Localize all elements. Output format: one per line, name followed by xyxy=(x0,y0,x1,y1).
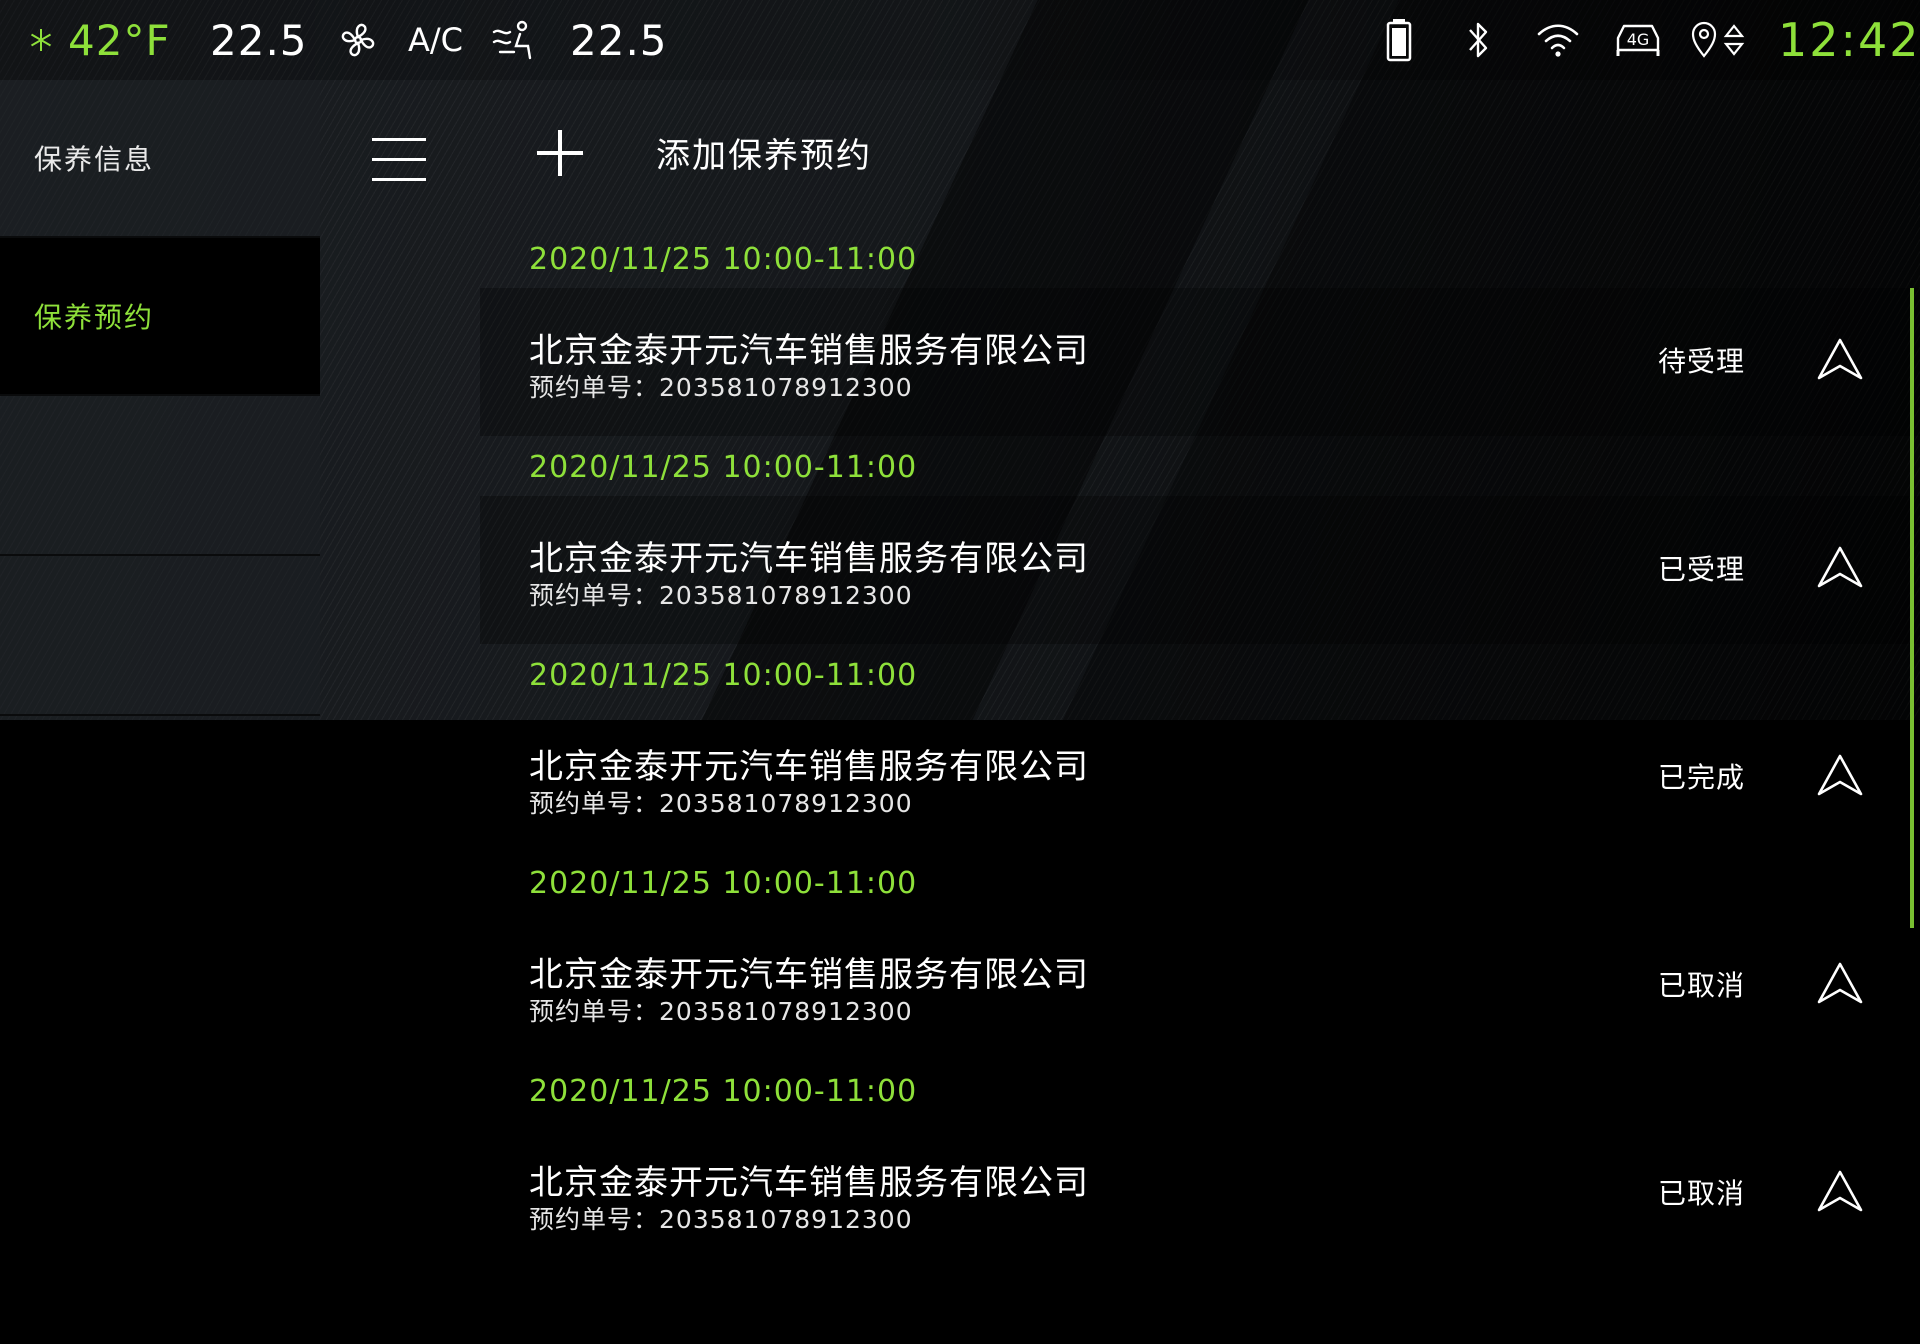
appointment-list: 2020/11/25 10:00-11:00 北京金泰开元汽车销售服务有限公司 … xyxy=(480,230,1920,1270)
navigation-arrow-icon[interactable] xyxy=(1815,336,1865,382)
status-label: 已取消 xyxy=(1658,1177,1746,1210)
company-name: 北京金泰开元汽车销售服务有限公司 xyxy=(529,1163,1089,1203)
snowflake-icon xyxy=(28,0,54,80)
navigation-arrow-icon[interactable] xyxy=(1815,960,1865,1006)
appointment-date: 2020/11/25 10:00-11:00 xyxy=(529,242,918,277)
status-bar: 42°F 22.5 A/C 22.5 4G 12:42 xyxy=(0,0,1920,80)
appointment-date: 2020/11/25 10:00-11:00 xyxy=(529,658,918,693)
sidebar-item-label: 保养信息 xyxy=(34,143,155,176)
order-number: 预约单号：203581078912300 xyxy=(529,789,913,818)
order-number: 预约单号：203581078912300 xyxy=(529,1205,913,1234)
sidebar-item-label: 保养预约 xyxy=(34,301,155,334)
fan-icon[interactable] xyxy=(336,0,380,80)
sidebar: 保养信息 保养预约 xyxy=(0,80,320,720)
sidebar-item-empty xyxy=(0,558,320,716)
seat-airflow-icon[interactable] xyxy=(490,0,540,80)
order-number: 预约单号：203581078912300 xyxy=(529,581,913,610)
status-label: 已完成 xyxy=(1658,761,1746,794)
sidebar-item-empty xyxy=(0,398,320,556)
menu-icon[interactable] xyxy=(372,138,426,182)
sidebar-item-maintenance-appointment[interactable]: 保养预约 xyxy=(0,238,320,396)
right-temperature[interactable]: 22.5 xyxy=(570,0,668,80)
bluetooth-icon xyxy=(1466,0,1492,80)
wifi-icon xyxy=(1536,0,1580,80)
order-number: 预约单号：203581078912300 xyxy=(529,373,913,402)
list-item[interactable]: 2020/11/25 10:00-11:00 北京金泰开元汽车销售服务有限公司 … xyxy=(480,646,1920,854)
list-item[interactable]: 2020/11/25 10:00-11:00 北京金泰开元汽车销售服务有限公司 … xyxy=(480,230,1920,438)
4g-car-icon: 4G xyxy=(1612,0,1664,80)
ac-button[interactable]: A/C xyxy=(408,0,463,80)
plus-icon[interactable] xyxy=(537,130,583,176)
appointment-date: 2020/11/25 10:00-11:00 xyxy=(529,450,918,485)
sidebar-item-maintenance-info[interactable]: 保养信息 xyxy=(0,80,320,238)
appointment-date: 2020/11/25 10:00-11:00 xyxy=(529,866,918,901)
list-item[interactable]: 2020/11/25 10:00-11:00 北京金泰开元汽车销售服务有限公司 … xyxy=(480,1062,1920,1270)
company-name: 北京金泰开元汽车销售服务有限公司 xyxy=(529,539,1089,579)
navigation-arrow-icon[interactable] xyxy=(1815,752,1865,798)
appointment-date: 2020/11/25 10:00-11:00 xyxy=(529,1074,918,1109)
battery-icon xyxy=(1386,0,1412,80)
list-item[interactable]: 2020/11/25 10:00-11:00 北京金泰开元汽车销售服务有限公司 … xyxy=(480,438,1920,646)
order-number: 预约单号：203581078912300 xyxy=(529,997,913,1026)
status-label: 已受理 xyxy=(1658,553,1746,586)
outside-temperature: 42°F xyxy=(68,15,171,65)
status-label: 待受理 xyxy=(1658,345,1746,378)
navigation-arrow-icon[interactable] xyxy=(1815,544,1865,590)
company-name: 北京金泰开元汽车销售服务有限公司 xyxy=(529,331,1089,371)
clock: 12:42 xyxy=(1778,13,1920,67)
data-transfer-icon xyxy=(1722,0,1746,80)
company-name: 北京金泰开元汽车销售服务有限公司 xyxy=(529,747,1089,787)
navigation-arrow-icon[interactable] xyxy=(1815,1168,1865,1214)
location-icon xyxy=(1690,0,1718,80)
company-name: 北京金泰开元汽车销售服务有限公司 xyxy=(529,955,1089,995)
svg-text:4G: 4G xyxy=(1627,30,1650,49)
scrollbar[interactable] xyxy=(1910,288,1914,928)
status-label: 已取消 xyxy=(1658,969,1746,1002)
list-item[interactable]: 2020/11/25 10:00-11:00 北京金泰开元汽车销售服务有限公司 … xyxy=(480,854,1920,1062)
add-appointment-button[interactable]: 添加保养预约 xyxy=(656,128,872,177)
left-temperature[interactable]: 22.5 xyxy=(210,0,308,80)
